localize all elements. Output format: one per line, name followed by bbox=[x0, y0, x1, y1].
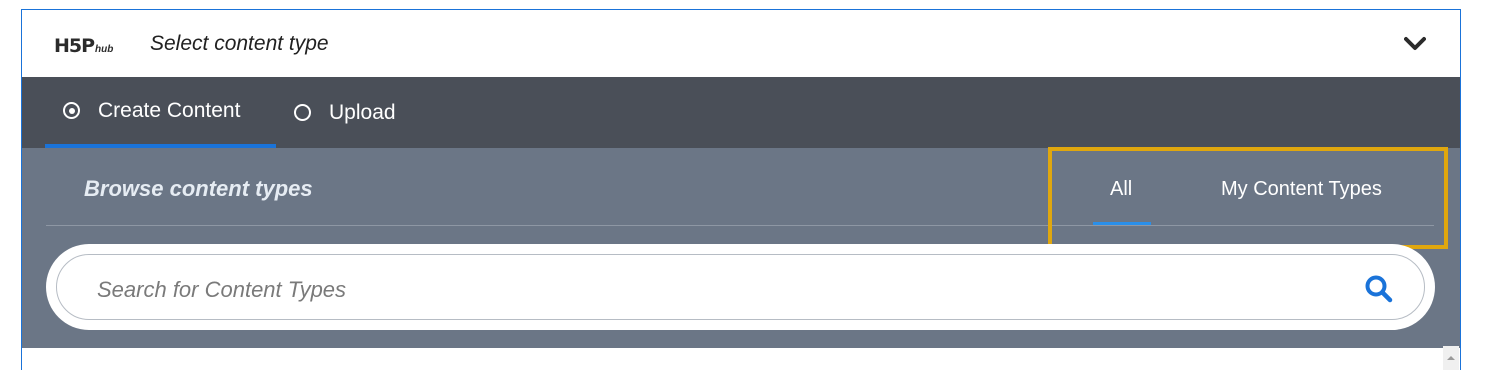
tab-label: Upload bbox=[329, 100, 396, 124]
header-title: Select content type bbox=[150, 32, 329, 55]
scroll-up-arrow-icon bbox=[1447, 356, 1455, 360]
chevron-down-icon[interactable] bbox=[1404, 36, 1426, 52]
browse-panel: Browse content types All My Content Type… bbox=[22, 147, 1460, 348]
hub-header[interactable]: H5P hub Select content type bbox=[22, 10, 1460, 77]
search-icon[interactable] bbox=[1364, 274, 1394, 304]
tab-create-content[interactable]: Create Content bbox=[45, 77, 276, 148]
logo-sub-text: hub bbox=[95, 44, 114, 55]
divider bbox=[46, 225, 1434, 226]
browse-title: Browse content types bbox=[84, 176, 313, 201]
scroll-up-icon[interactable] bbox=[1443, 346, 1459, 370]
radio-checked-icon bbox=[63, 102, 80, 119]
tab-label: Create Content bbox=[98, 98, 241, 122]
filter-my-content-types[interactable]: My Content Types bbox=[1221, 178, 1382, 201]
logo-text: H5P bbox=[54, 35, 95, 57]
search-input[interactable]: Search for Content Types bbox=[97, 277, 346, 303]
h5p-hub-panel: H5P hub Select content type Create Conte… bbox=[21, 9, 1461, 370]
content-tabs: Create Content Upload bbox=[22, 77, 1460, 148]
tab-upload[interactable]: Upload bbox=[294, 77, 396, 148]
search-field[interactable]: Search for Content Types bbox=[56, 254, 1425, 320]
h5p-hub-logo: H5P hub bbox=[54, 34, 113, 56]
radio-unchecked-icon bbox=[294, 104, 311, 121]
search-box: Search for Content Types bbox=[46, 244, 1435, 330]
filter-all[interactable]: All bbox=[1110, 178, 1132, 201]
